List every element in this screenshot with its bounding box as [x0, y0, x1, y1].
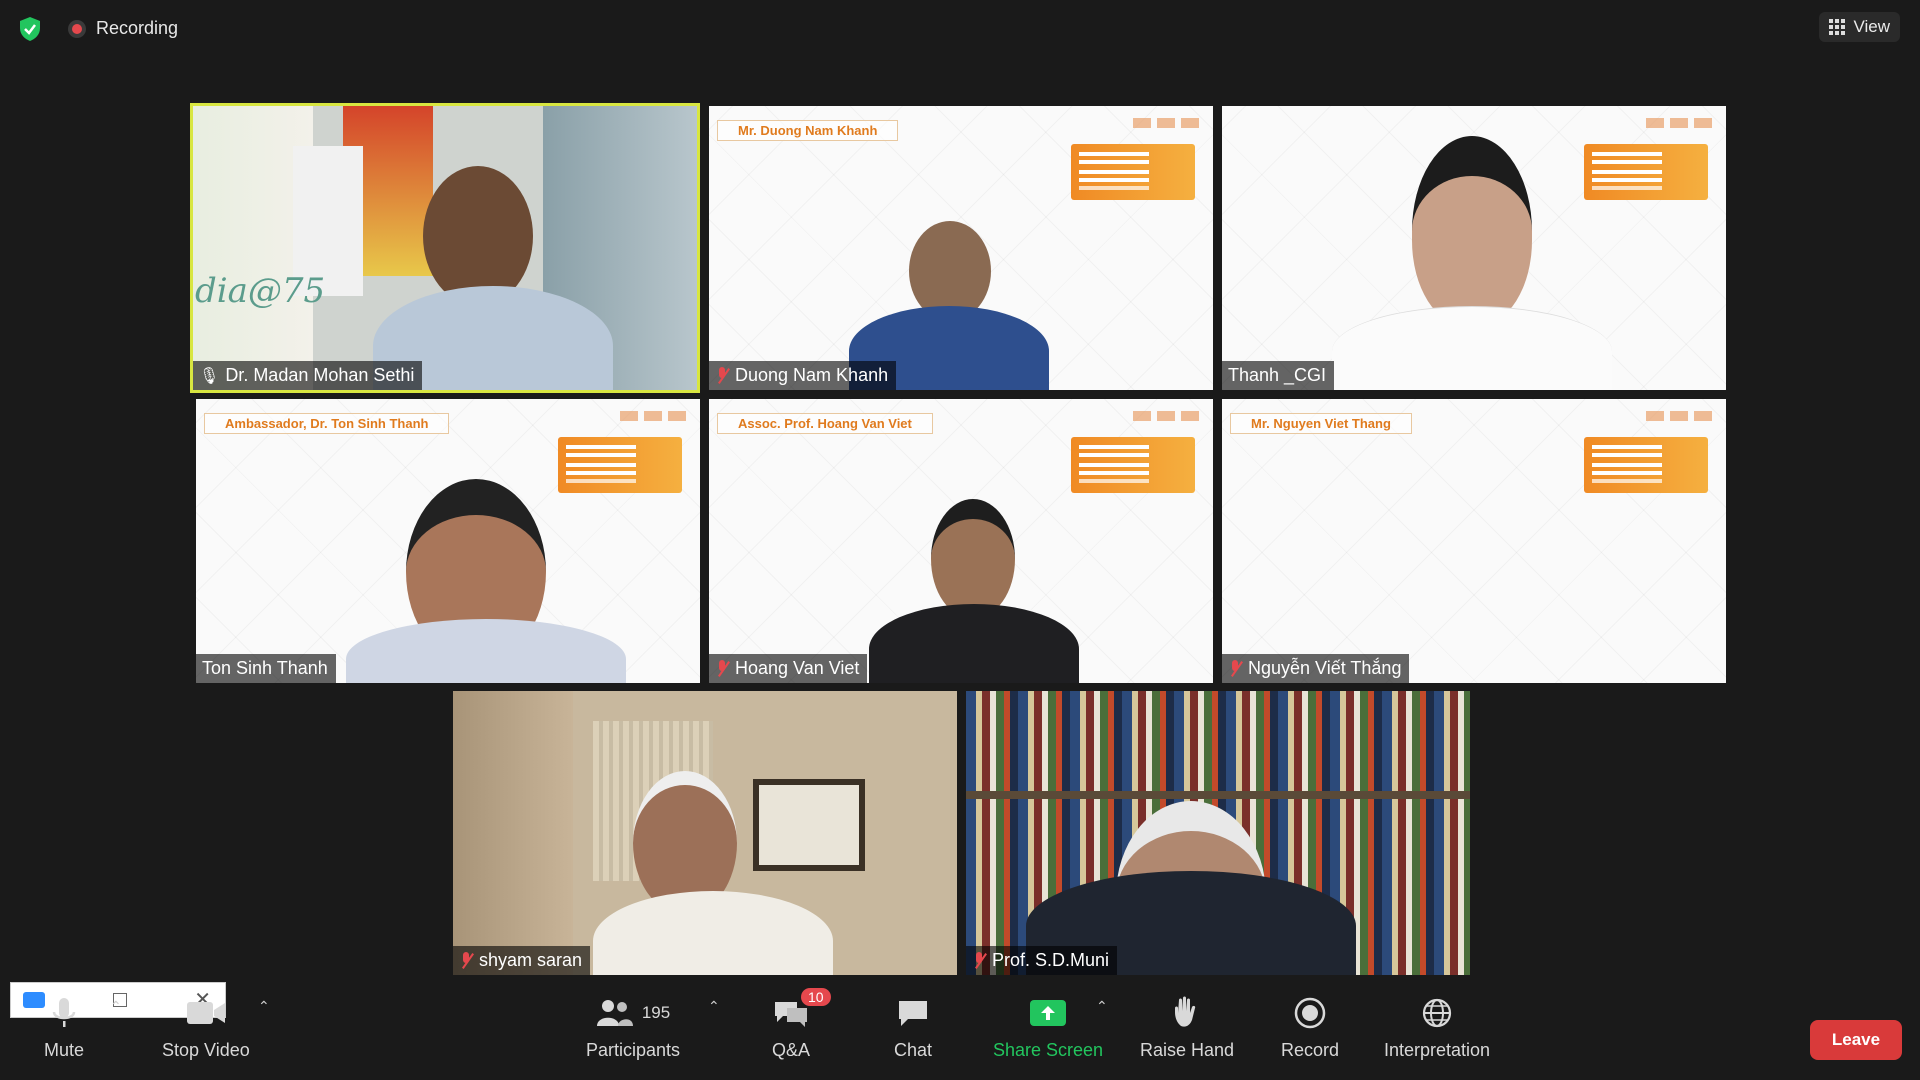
- video-tile-madan-mohan-sethi[interactable]: dia@75 🎙 Dr. Madan Mohan Sethi: [190, 103, 700, 393]
- video-tile-thanh-cgi[interactable]: Thanh _CGI: [1222, 106, 1726, 390]
- speaker-figure: [931, 499, 1015, 619]
- participants-options-caret-icon[interactable]: ⌃: [708, 998, 720, 1015]
- muted-mic-icon: [715, 659, 729, 678]
- participant-name-label: shyam saran: [453, 946, 591, 975]
- qa-button[interactable]: 10 Q&A: [772, 988, 831, 1061]
- interpretation-button[interactable]: Interpretation: [1384, 992, 1490, 1061]
- participant-name-label: Hoang Van Viet: [709, 654, 868, 683]
- video-tile-ton-sinh-thanh[interactable]: Ambassador, Dr. Ton Sinh Thanh Ton Sinh …: [196, 399, 700, 683]
- webinar-badge: [1584, 144, 1708, 200]
- qa-count-badge: 10: [801, 988, 831, 1006]
- participants-button[interactable]: 195 Participants: [586, 992, 680, 1061]
- muted-mic-icon: [1228, 659, 1242, 678]
- recording-dot-icon: [68, 19, 86, 38]
- mute-button[interactable]: Mute: [44, 992, 84, 1061]
- meeting-toolbar: Mute ⌃ Stop Video ⌃ 195 Participants ⌃ 1…: [0, 984, 1920, 1080]
- webinar-badge: [558, 437, 682, 493]
- grid-view-icon: [1829, 19, 1846, 35]
- globe-icon: [1422, 998, 1452, 1028]
- slide-title: Mr. Duong Nam Khanh: [717, 120, 899, 141]
- participant-count: 195: [641, 1003, 671, 1022]
- video-tile-shyam-saran[interactable]: shyam saran: [453, 691, 957, 975]
- stop-video-button[interactable]: Stop Video: [162, 992, 250, 1061]
- video-options-caret-icon[interactable]: ⌃: [258, 998, 270, 1015]
- video-tile-hoang-van-viet[interactable]: Assoc. Prof. Hoang Van Viet Hoang Van Vi…: [709, 399, 1213, 683]
- slide-logos: [620, 411, 686, 421]
- participant-name-label: Nguyễn Viết Thắng: [1222, 654, 1410, 683]
- video-tile-nguyen-viet-thang[interactable]: Mr. Nguyen Viet Thang Nguyễn Viết Thắng: [1222, 399, 1726, 683]
- video-tile-sd-muni[interactable]: Prof. S.D.Muni: [966, 691, 1470, 975]
- slide-title: Ambassador, Dr. Ton Sinh Thanh: [204, 413, 450, 434]
- view-button[interactable]: View: [1819, 12, 1900, 42]
- speaker-body: [593, 891, 833, 975]
- security-shield-icon[interactable]: [18, 16, 42, 42]
- chat-icon: [899, 1001, 928, 1026]
- chat-button[interactable]: Chat: [894, 992, 932, 1061]
- raise-hand-button[interactable]: Raise Hand: [1140, 992, 1234, 1061]
- share-options-caret-icon[interactable]: ⌃: [1096, 998, 1108, 1015]
- participant-name-label: Ton Sinh Thanh: [196, 654, 336, 683]
- banner-text: dia@75: [195, 271, 326, 311]
- wall-painting: [753, 779, 865, 871]
- slide-title: Assoc. Prof. Hoang Van Viet: [717, 413, 933, 434]
- record-button[interactable]: Record: [1281, 992, 1339, 1061]
- speaker-figure: [423, 166, 533, 306]
- video-tile-duong-nam-khanh[interactable]: Mr. Duong Nam Khanh Duong Nam Khanh: [709, 106, 1213, 390]
- leave-button[interactable]: Leave: [1810, 1020, 1902, 1060]
- webinar-badge: [1071, 437, 1195, 493]
- participant-name-label: Thanh _CGI: [1222, 361, 1335, 390]
- pinned-speaker-icon: 🎙: [199, 367, 220, 385]
- participants-icon: [596, 1000, 633, 1026]
- slide-title: Mr. Nguyen Viet Thang: [1230, 413, 1412, 434]
- muted-mic-icon: [972, 951, 986, 970]
- slide-logos: [1133, 411, 1199, 421]
- webinar-badge: [1071, 144, 1195, 200]
- participant-name-label: Duong Nam Khanh: [709, 361, 897, 390]
- participant-name-label: 🎙 Dr. Madan Mohan Sethi: [193, 361, 423, 390]
- webinar-badge: [1584, 437, 1708, 493]
- muted-mic-icon: [715, 366, 729, 385]
- share-screen-button[interactable]: Share Screen: [993, 992, 1103, 1061]
- microphone-icon: [52, 998, 76, 1027]
- recording-label: Recording: [96, 18, 179, 38]
- raise-hand-icon: [1175, 996, 1196, 1027]
- recording-indicator[interactable]: Recording: [68, 18, 178, 39]
- record-icon: [1294, 997, 1326, 1029]
- speaker-figure: [1412, 136, 1532, 326]
- speaker-body: [1332, 306, 1612, 390]
- slide-logos: [1646, 411, 1712, 421]
- participant-name-label: Prof. S.D.Muni: [966, 946, 1118, 975]
- view-label: View: [1853, 17, 1890, 36]
- slide-logos: [1646, 118, 1712, 128]
- mute-options-caret-icon[interactable]: ⌃: [110, 998, 122, 1015]
- share-screen-icon: [1030, 1000, 1067, 1026]
- slide-logos: [1133, 118, 1199, 128]
- muted-mic-icon: [459, 951, 473, 970]
- video-camera-icon: [186, 1002, 225, 1024]
